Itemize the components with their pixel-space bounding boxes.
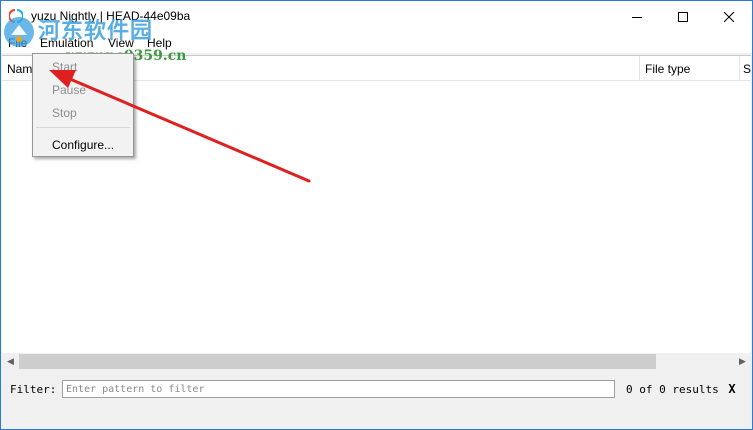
menu-emulation[interactable]: Emulation [40,36,93,50]
scroll-left-icon[interactable]: ◀ [2,353,19,370]
menu-item-pause[interactable]: Pause [33,79,133,101]
close-icon [724,11,734,22]
maximize-button[interactable] [660,1,706,32]
clear-filter-button[interactable]: X [725,381,739,397]
filter-label: Filter: [10,383,57,396]
menu-view[interactable]: View [108,36,134,50]
menu-item-stop[interactable]: Stop [33,102,133,124]
scroll-right-icon[interactable]: ▶ [734,353,751,370]
yuzu-logo-icon [9,9,23,23]
horizontal-scrollbar[interactable]: ◀ ▶ [2,353,751,370]
filter-input[interactable] [62,380,615,398]
menu-bar: File Emulation View Help [1,32,752,53]
title-bar[interactable]: yuzu Nightly | HEAD-44e09ba [1,1,752,32]
filter-bar: Filter: 0 of 0 results X [2,370,751,408]
menu-file[interactable]: File [8,36,27,50]
maximize-icon [678,11,688,22]
close-button[interactable] [706,1,752,32]
menu-separator [36,127,130,128]
menu-item-configure[interactable]: Configure... [33,134,133,156]
window-title: yuzu Nightly | HEAD-44e09ba [31,9,191,23]
column-size[interactable]: S [740,56,751,80]
minimize-button[interactable] [614,1,660,32]
minimize-icon [632,16,642,18]
clear-filter-icon: X [728,382,736,396]
emulation-menu: Start Pause Stop Configure... [32,53,134,157]
column-file-type[interactable]: File type [640,56,740,80]
results-count: 0 of 0 results [626,383,719,396]
menu-help[interactable]: Help [147,36,172,50]
scrollbar-thumb[interactable] [19,354,656,369]
menu-item-start[interactable]: Start [33,56,133,78]
